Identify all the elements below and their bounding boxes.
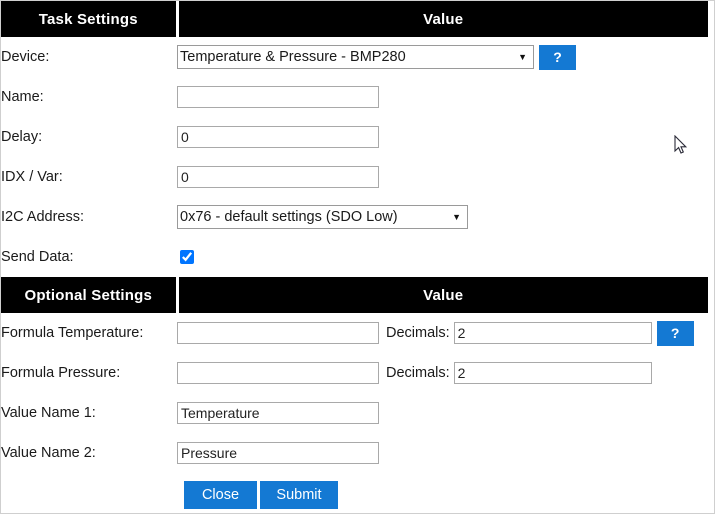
- optional-settings-value-header-label: Value: [177, 277, 708, 313]
- value-name-2-input[interactable]: [177, 442, 379, 464]
- task-settings-header-label: Task Settings: [1, 1, 179, 37]
- delay-label: Delay:: [1, 117, 177, 157]
- idx-var-input[interactable]: [177, 166, 379, 188]
- value-name-1-row: Value Name 1:: [1, 393, 708, 433]
- device-label: Device:: [1, 37, 177, 77]
- device-help-button[interactable]: ?: [539, 44, 576, 70]
- value-name-2-label: Value Name 2:: [1, 433, 177, 473]
- value-name-2-row: Value Name 2:: [1, 433, 708, 473]
- form-actions-spacer: [1, 473, 177, 517]
- send-data-value-cell: [177, 237, 708, 277]
- i2c-address-label: I2C Address:: [1, 197, 177, 237]
- send-data-checkbox[interactable]: [180, 250, 194, 264]
- optional-settings-help-button[interactable]: ?: [656, 320, 694, 346]
- value-name-1-label: Value Name 1:: [1, 393, 177, 433]
- device-row: Device: Temperature & Pressure - BMP280 …: [1, 37, 708, 77]
- idx-var-label: IDX / Var:: [1, 157, 177, 197]
- temperature-decimals-input[interactable]: [453, 322, 652, 344]
- value-name-1-input[interactable]: [177, 402, 379, 424]
- device-value-cell: Temperature & Pressure - BMP280 ▼ ?: [177, 37, 708, 77]
- form-actions-row: Close Submit: [1, 473, 708, 517]
- name-row: Name:: [1, 77, 708, 117]
- optional-settings-header-label: Optional Settings: [1, 277, 179, 313]
- formula-pressure-row: Formula Pressure: Decimals:: [1, 353, 708, 393]
- name-label: Name:: [1, 77, 177, 117]
- idx-var-value-cell: [177, 157, 708, 197]
- pressure-decimals-input[interactable]: [453, 362, 652, 384]
- i2c-address-select-wrapper: 0x76 - default settings (SDO Low) ▼: [177, 205, 468, 229]
- form-actions-cell: Close Submit: [177, 473, 708, 517]
- value-name-1-value-cell: [177, 393, 708, 433]
- send-data-row: Send Data:: [1, 237, 708, 277]
- delay-row: Delay:: [1, 117, 708, 157]
- i2c-address-select[interactable]: 0x76 - default settings (SDO Low): [177, 205, 468, 229]
- task-settings-page: Task Settings Value Device: Temperature …: [0, 0, 715, 514]
- value-name-2-value-cell: [177, 433, 708, 473]
- formula-pressure-label: Formula Pressure:: [1, 353, 177, 393]
- temperature-decimals-label: Decimals:: [386, 325, 450, 341]
- settings-form-table: Task Settings Value Device: Temperature …: [1, 1, 708, 517]
- i2c-address-row: I2C Address: 0x76 - default settings (SD…: [1, 197, 708, 237]
- device-select-wrapper: Temperature & Pressure - BMP280 ▼: [177, 45, 534, 69]
- idx-var-row: IDX / Var:: [1, 157, 708, 197]
- device-select[interactable]: Temperature & Pressure - BMP280: [177, 45, 534, 69]
- formula-pressure-input[interactable]: [177, 362, 379, 384]
- formula-temperature-input[interactable]: [177, 322, 379, 344]
- formula-temperature-row: Formula Temperature: Decimals: ?: [1, 313, 708, 353]
- submit-button[interactable]: Submit: [260, 481, 338, 509]
- name-input[interactable]: [177, 86, 379, 108]
- delay-input[interactable]: [177, 126, 379, 148]
- pressure-decimals-label: Decimals:: [386, 365, 450, 381]
- send-data-label: Send Data:: [1, 237, 177, 277]
- name-value-cell: [177, 77, 708, 117]
- formula-temperature-value-cell: Decimals: ?: [177, 313, 708, 353]
- delay-value-cell: [177, 117, 708, 157]
- task-settings-value-header-label: Value: [177, 1, 708, 37]
- close-button[interactable]: Close: [184, 481, 257, 509]
- task-settings-header-row: Task Settings Value: [1, 1, 708, 37]
- i2c-address-value-cell: 0x76 - default settings (SDO Low) ▼: [177, 197, 708, 237]
- formula-pressure-value-cell: Decimals:: [177, 353, 708, 393]
- optional-settings-header-row: Optional Settings Value: [1, 277, 708, 313]
- formula-temperature-label: Formula Temperature:: [1, 313, 177, 353]
